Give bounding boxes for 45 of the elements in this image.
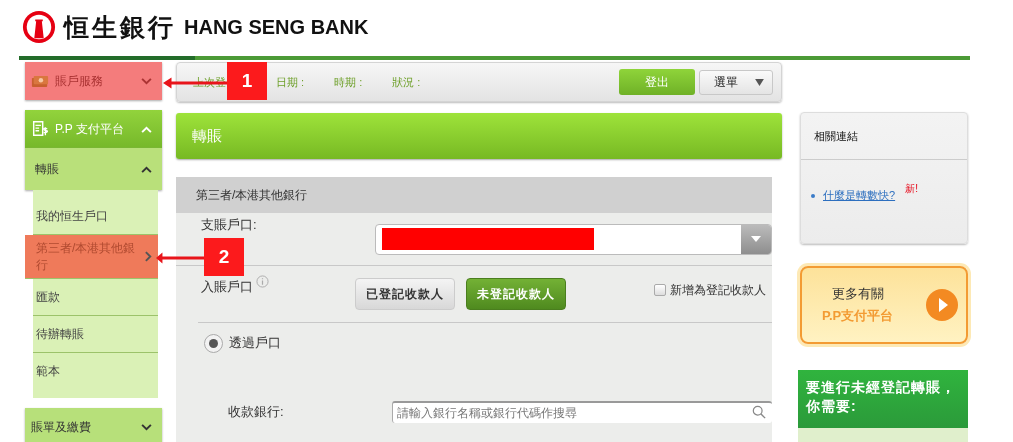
faq-link[interactable]: 什麼是轉數快? — [823, 188, 896, 203]
receipt-dollar-icon — [31, 120, 49, 138]
bank-search-field[interactable]: 請輸入銀行名稱或銀行代碼作搜尋 — [392, 401, 772, 423]
play-circle-icon — [926, 289, 958, 321]
account-dropdown[interactable] — [374, 223, 772, 255]
radio-label: 透過戶口 — [229, 334, 281, 352]
info-label: 日期 : — [276, 74, 305, 90]
chevron-down-icon — [141, 423, 152, 431]
sidebar-item[interactable]: 範本 — [33, 353, 158, 390]
sidebar-section[interactable]: 賬單及繳費 — [25, 408, 162, 442]
caret-icon — [751, 236, 761, 242]
search-icon — [752, 405, 766, 419]
caret-icon — [755, 78, 764, 86]
payee-type-button[interactable]: 已登記收款人 — [355, 278, 455, 310]
chevron-right-icon — [145, 251, 152, 262]
bank-name: HANG SENG BANK — [184, 15, 369, 39]
sidebar-item[interactable]: 匯款 — [33, 279, 158, 316]
chevron-up-icon — [141, 165, 152, 173]
step-marker: 1 — [227, 62, 267, 100]
new-label: 新! — [905, 182, 918, 196]
step-marker: 2 — [204, 238, 244, 276]
panel-title: 要進行未經登記轉賬，你需要: — [798, 370, 968, 428]
field-label: 收款銀行: — [227, 403, 285, 421]
field-label: 支賬戶口: — [200, 218, 258, 232]
callout-arrow — [156, 252, 206, 264]
checkbox-label: 新增為登記收款人 — [670, 281, 766, 299]
bullet — [811, 194, 815, 198]
promo-banner[interactable]: 更多有關 P.P支付平台 — [800, 266, 968, 344]
radio-button[interactable] — [204, 333, 223, 353]
sidebar-subsection[interactable]: 轉賬 — [25, 148, 162, 190]
page-title: 轉賬 — [192, 126, 222, 146]
info-icon — [256, 275, 269, 288]
info-label: 時期 : — [334, 74, 363, 90]
callout-arrow — [163, 77, 229, 89]
bank-logo — [22, 10, 56, 44]
card-title: 相關連結 — [801, 113, 967, 160]
chevron-down-icon — [141, 77, 152, 85]
field-label: 入賬戶口 — [201, 278, 253, 296]
bank-name: 恒生銀行 — [64, 11, 176, 44]
cash-icon — [31, 74, 49, 88]
chevron-up-icon — [141, 125, 152, 133]
sidebar-item[interactable]: 待辦轉賬 — [33, 316, 158, 353]
menu-button[interactable]: 選單 — [699, 69, 773, 95]
info-label: 狀況 : — [392, 74, 421, 90]
checkbox[interactable] — [654, 284, 666, 296]
